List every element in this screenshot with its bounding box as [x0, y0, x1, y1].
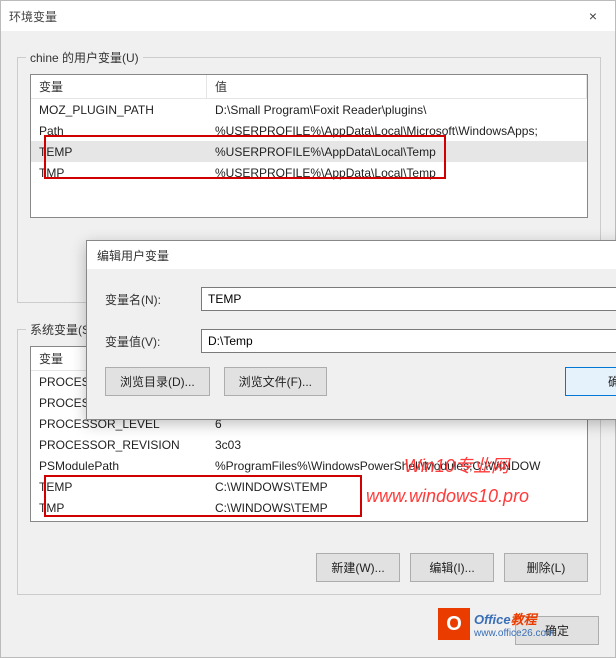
row-var-value: 变量值(V): [87, 329, 616, 353]
label-var-name: 变量名(N): [105, 291, 201, 308]
cell-var-name: MOZ_PLUGIN_PATH [31, 103, 207, 117]
list-header: 变量 值 [31, 75, 587, 99]
cell-var-name: TEMP [31, 145, 207, 159]
cell-var-name: TMP [31, 501, 207, 515]
cell-var-name: Path [31, 124, 207, 138]
cell-var-name: TEMP [31, 480, 207, 494]
cell-var-value: D:\Small Program\Foxit Reader\plugins\ [207, 103, 587, 117]
input-var-name[interactable] [201, 287, 616, 311]
cell-var-value: C:\WINDOWS\TEMP [207, 480, 587, 494]
cell-var-value: %USERPROFILE%\AppData\Local\Temp [207, 145, 587, 159]
cell-var-value: %ProgramFiles%\WindowsPowerShell\Modules… [207, 459, 587, 473]
sys-button-row: 新建(W)... 编辑(I)... 删除(L) [316, 553, 588, 582]
dialog-ok-button[interactable]: 确定 [565, 367, 616, 396]
cell-var-name: PROCESSOR_REVISION [31, 438, 207, 452]
dialog-title: 编辑用户变量 [87, 241, 616, 269]
table-row[interactable]: PROCESSOR_REVISION3c03 [31, 434, 587, 455]
cell-var-value: %USERPROFILE%\AppData\Local\Microsoft\Wi… [207, 124, 587, 138]
titlebar: 环境变量 × [1, 1, 615, 31]
cell-var-value: 3c03 [207, 438, 587, 452]
table-row[interactable]: TMPC:\WINDOWS\TEMP [31, 497, 587, 518]
label-var-value: 变量值(V): [105, 333, 201, 350]
row-var-name: 变量名(N): [87, 287, 616, 311]
browse-file-button[interactable]: 浏览文件(F)... [224, 367, 327, 396]
delete-button[interactable]: 删除(L) [504, 553, 588, 582]
window-title: 环境变量 [9, 8, 57, 25]
ok-button[interactable]: 确定 [515, 616, 599, 645]
table-row[interactable]: TEMP%USERPROFILE%\AppData\Local\Temp [31, 141, 587, 162]
col-value[interactable]: 值 [207, 75, 587, 98]
user-vars-list[interactable]: 变量 值 MOZ_PLUGIN_PATHD:\Small Program\Fox… [30, 74, 588, 218]
new-button[interactable]: 新建(W)... [316, 553, 400, 582]
table-row[interactable]: Path%USERPROFILE%\AppData\Local\Microsof… [31, 120, 587, 141]
close-icon[interactable]: × [579, 4, 607, 28]
bottom-button-row: 确定 [515, 616, 599, 645]
table-row[interactable]: TMP%USERPROFILE%\AppData\Local\Temp [31, 162, 587, 183]
input-var-value[interactable] [201, 329, 616, 353]
col-variable[interactable]: 变量 [31, 75, 207, 98]
user-vars-legend: chine 的用户变量(U) [26, 49, 143, 66]
table-row[interactable]: PSModulePath%ProgramFiles%\WindowsPowerS… [31, 455, 587, 476]
cell-var-name: TMP [31, 166, 207, 180]
edit-user-var-dialog: 编辑用户变量 变量名(N): 变量值(V): 浏览目录(D)... 浏览文件(F… [86, 240, 616, 420]
cell-var-value: C:\WINDOWS\TEMP [207, 501, 587, 515]
cell-var-value: %USERPROFILE%\AppData\Local\Temp [207, 166, 587, 180]
dialog-button-row: 浏览目录(D)... 浏览文件(F)... 确定 [87, 353, 616, 396]
edit-button[interactable]: 编辑(I)... [410, 553, 494, 582]
browse-dir-button[interactable]: 浏览目录(D)... [105, 367, 210, 396]
cell-var-name: PSModulePath [31, 459, 207, 473]
table-row[interactable]: MOZ_PLUGIN_PATHD:\Small Program\Foxit Re… [31, 99, 587, 120]
table-row[interactable]: TEMPC:\WINDOWS\TEMP [31, 476, 587, 497]
